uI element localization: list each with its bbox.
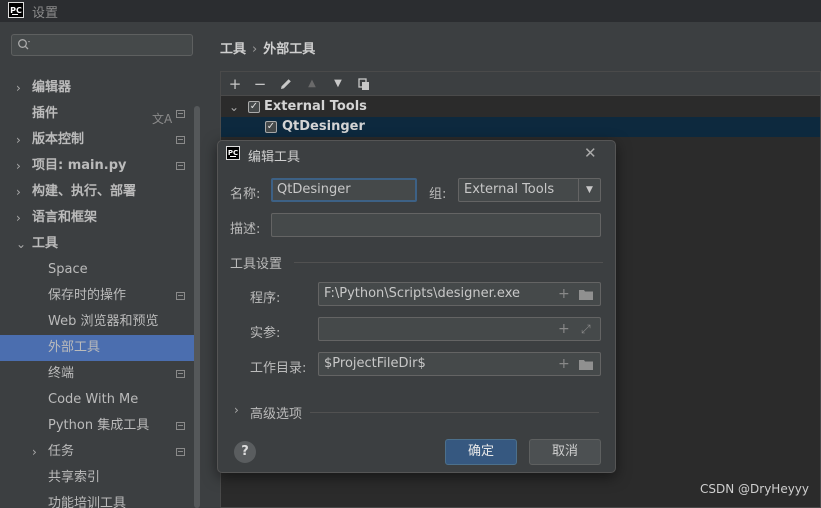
move-up-button[interactable]: ▲ [302, 74, 322, 94]
tree-item-qtdesinger[interactable]: ✓ QtDesinger [221, 117, 820, 137]
insert-macro-icon[interactable]: + [558, 283, 570, 305]
browse-folder-icon[interactable] [578, 283, 594, 308]
add-tool-button[interactable]: + [225, 74, 245, 94]
advanced-divider [310, 412, 599, 413]
help-button[interactable]: ? [234, 441, 256, 463]
sidebar-item-build[interactable]: › 构建、执行、部署 [0, 179, 194, 205]
sidebar-item-code-with-me[interactable]: Code With Me [0, 387, 194, 413]
settings-search-input[interactable] [11, 34, 193, 56]
watermark: CSDN @DryHeyyy [700, 482, 810, 496]
close-icon[interactable]: ✕ [584, 144, 597, 162]
tools-toolbar: + − ▲ ▼ [221, 72, 820, 96]
group-combobox[interactable]: External Tools ▼ [458, 178, 601, 202]
sidebar-item-vcs[interactable]: › 版本控制 [0, 127, 194, 153]
sidebar-item-project[interactable]: › 项目: main.py [0, 153, 194, 179]
sidebar-item-external-tools[interactable]: 外部工具 [0, 335, 194, 361]
chevron-down-icon: ⌄ [229, 100, 240, 114]
pencil-icon [281, 79, 291, 89]
search-icon [18, 39, 30, 50]
sidebar-item-tasks[interactable]: › 任务 [0, 439, 194, 465]
group-value: External Tools [464, 182, 555, 197]
project-settings-icon [176, 136, 185, 144]
project-settings-icon [176, 162, 185, 170]
sidebar-item-space[interactable]: Space [0, 257, 194, 283]
project-settings-icon [176, 110, 185, 118]
breadcrumb-current: 外部工具 [263, 42, 316, 57]
title-bar: PC 设置 [0, 0, 821, 22]
sidebar-item-actions-on-save[interactable]: 保存时的操作 [0, 283, 194, 309]
project-settings-icon [176, 448, 185, 456]
name-value: QtDesinger [277, 182, 351, 197]
browse-folder-icon[interactable] [578, 353, 594, 378]
name-label: 名称: [230, 187, 261, 202]
chevron-right-icon: › [16, 211, 21, 225]
sidebar-item-shared-indexes[interactable]: 共享索引 [0, 465, 194, 491]
sidebar-item-terminal[interactable]: 终端 [0, 361, 194, 387]
chevron-right-icon: › [16, 159, 21, 173]
copy-tool-button[interactable] [354, 74, 374, 94]
description-label: 描述: [230, 222, 261, 237]
insert-macro-icon[interactable]: + [558, 318, 570, 340]
chevron-right-icon[interactable]: › [234, 403, 239, 417]
working-dir-value: $ProjectFileDir$ [324, 356, 426, 371]
breadcrumb: 工具 › 外部工具 [220, 38, 315, 57]
tree-group-external-tools[interactable]: ⌄ ✓ External Tools [221, 97, 820, 117]
cancel-button[interactable]: 取消 [529, 439, 601, 465]
chevron-right-icon: › [32, 445, 37, 459]
sidebar-item-editor[interactable]: › 编辑器 [0, 75, 194, 101]
project-settings-icon [176, 422, 185, 430]
program-input[interactable]: F:\Python\Scripts\designer.exe + [318, 282, 601, 306]
chevron-down-icon: ⌄ [16, 237, 27, 251]
group-checkbox[interactable]: ✓ [248, 101, 260, 113]
edit-tool-dialog: PC 编辑工具 ✕ 名称: QtDesinger 组: External Too… [217, 140, 616, 473]
settings-sidebar: › 编辑器 插件 文A › 版本控制 › 项目: main.py › 构建、执行… [0, 22, 202, 508]
sidebar-item-plugins[interactable]: 插件 文A [0, 101, 194, 127]
working-dir-input[interactable]: $ProjectFileDir$ + [318, 352, 601, 376]
description-input[interactable] [271, 213, 601, 237]
program-label: 程序: [250, 291, 281, 306]
working-dir-label: 工作目录: [250, 361, 307, 376]
tool-settings-label: 工具设置 [230, 257, 283, 272]
move-down-button[interactable]: ▼ [328, 74, 348, 94]
sidebar-scrollbar[interactable] [194, 106, 200, 508]
sidebar-item-web-browsers[interactable]: Web 浏览器和预览 [0, 309, 194, 335]
sidebar-item-feature-trainer[interactable]: 功能培训工具 [0, 491, 194, 508]
edit-tool-button[interactable] [276, 74, 296, 94]
insert-macro-icon[interactable]: + [558, 353, 570, 375]
window-title: 设置 [32, 6, 59, 21]
dropdown-arrow-icon[interactable]: ▼ [578, 179, 600, 201]
program-value: F:\Python\Scripts\designer.exe [324, 286, 520, 301]
project-settings-icon [176, 370, 185, 378]
sidebar-item-tools[interactable]: ⌄ 工具 [0, 231, 194, 257]
breadcrumb-separator: › [252, 42, 258, 57]
ok-button[interactable]: 确定 [445, 439, 517, 465]
advanced-options-toggle[interactable]: 高级选项 [250, 403, 302, 422]
name-input[interactable]: QtDesinger [271, 178, 417, 202]
expand-icon[interactable]: ⤢ [581, 318, 591, 340]
breadcrumb-root[interactable]: 工具 [220, 42, 246, 57]
chevron-right-icon: › [16, 185, 21, 199]
sidebar-item-python-tools[interactable]: Python 集成工具 [0, 413, 194, 439]
project-settings-icon [176, 292, 185, 300]
sidebar-item-languages[interactable]: › 语言和框架 [0, 205, 194, 231]
pycharm-logo-icon: PC [226, 146, 240, 160]
remove-tool-button[interactable]: − [250, 74, 270, 94]
copy-icon [358, 78, 369, 90]
section-divider [294, 262, 603, 263]
tool-checkbox[interactable]: ✓ [265, 121, 277, 133]
chevron-right-icon: › [16, 133, 21, 147]
pycharm-logo-icon: PC [8, 2, 24, 18]
group-label: 组: [429, 187, 447, 202]
chevron-right-icon: › [16, 81, 21, 95]
dialog-title: 编辑工具 [248, 150, 301, 165]
arguments-input[interactable]: + ⤢ [318, 317, 601, 341]
arguments-label: 实参: [250, 326, 281, 341]
